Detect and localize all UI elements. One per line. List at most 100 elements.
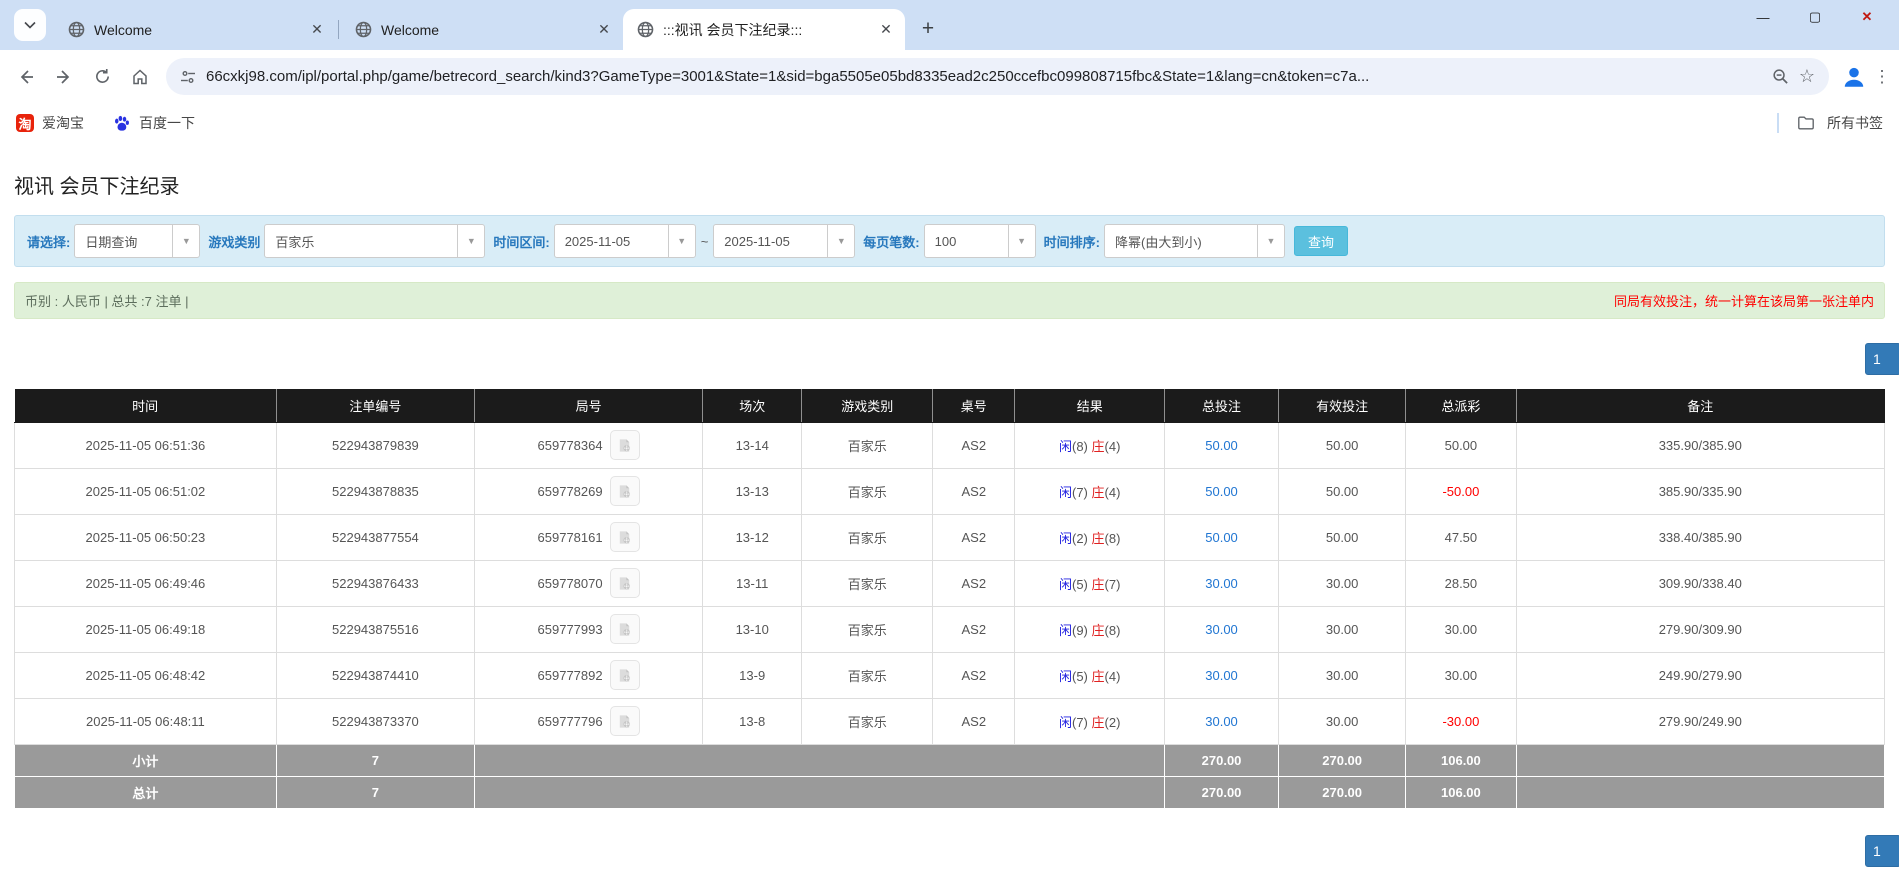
page-1-button[interactable]: 1 bbox=[1865, 835, 1899, 867]
page-size-select[interactable]: 100 ▼ bbox=[924, 224, 1036, 258]
game-type-select[interactable]: 百家乐 ▼ bbox=[264, 224, 485, 258]
table-row: 2025-11-05 06:49:18522943875516659777993… bbox=[15, 606, 1885, 652]
home-button[interactable] bbox=[122, 59, 158, 95]
valid-bet-notice: 同局有效投注，统一计算在该局第一张注单内 bbox=[1614, 291, 1874, 310]
chevron-down-icon[interactable]: ▼ bbox=[1257, 225, 1284, 257]
cell-game-type: 百家乐 bbox=[802, 606, 933, 652]
result-player: 闲 bbox=[1059, 669, 1072, 684]
result-score: (7) bbox=[1105, 577, 1121, 592]
cell-session: 13-12 bbox=[703, 514, 802, 560]
tab-close-icon[interactable]: ✕ bbox=[595, 21, 613, 39]
table-row: 2025-11-05 06:51:36522943879839659778364… bbox=[15, 422, 1885, 468]
result-score: (2) bbox=[1105, 715, 1121, 730]
back-arrow-icon bbox=[17, 68, 35, 86]
sort-select[interactable]: 降幂(由大到小) ▼ bbox=[1104, 224, 1285, 258]
summary-remark bbox=[1516, 776, 1884, 808]
window-close-button[interactable]: ✕ bbox=[1841, 0, 1893, 34]
cell-total-bet-link[interactable]: 30.00 bbox=[1165, 606, 1279, 652]
video-replay-button[interactable] bbox=[610, 476, 640, 506]
tab-welcome-1[interactable]: Welcome ✕ bbox=[54, 9, 336, 50]
tab-close-icon[interactable]: ✕ bbox=[877, 21, 895, 39]
video-replay-button[interactable] bbox=[610, 522, 640, 552]
pagination-bottom: 1 bbox=[14, 835, 1885, 867]
all-bookmarks[interactable]: 所有书签 bbox=[1777, 113, 1883, 133]
video-replay-button[interactable] bbox=[610, 614, 640, 644]
chevron-down-icon[interactable]: ▼ bbox=[457, 225, 484, 257]
info-bar: 币别 : 人民币 | 总共 :7 注单 | 同局有效投注，统一计算在该局第一张注… bbox=[14, 282, 1885, 319]
site-info-icon[interactable] bbox=[180, 69, 196, 85]
result-banker: 庄 bbox=[1092, 531, 1105, 546]
cell-table-no: AS2 bbox=[933, 606, 1015, 652]
tab-close-icon[interactable]: ✕ bbox=[308, 21, 326, 39]
round-number: 659778161 bbox=[538, 530, 603, 545]
forward-button[interactable] bbox=[46, 59, 82, 95]
date-from-select[interactable]: 2025-11-05 ▼ bbox=[554, 224, 696, 258]
taobao-icon: 淘 bbox=[16, 114, 34, 132]
address-bar[interactable]: 66cxkj98.com/ipl/portal.php/game/betreco… bbox=[166, 58, 1829, 95]
cell-session: 13-8 bbox=[703, 698, 802, 744]
result-score: (4) bbox=[1105, 485, 1121, 500]
chevron-down-icon[interactable]: ▼ bbox=[172, 225, 199, 257]
video-replay-button[interactable] bbox=[610, 660, 640, 690]
bookmark-baidu[interactable]: 百度一下 bbox=[112, 113, 195, 133]
back-button[interactable] bbox=[8, 59, 44, 95]
zoom-icon[interactable] bbox=[1772, 68, 1789, 85]
cell-total-bet-link[interactable]: 50.00 bbox=[1165, 422, 1279, 468]
reload-button[interactable] bbox=[84, 59, 120, 95]
window-controls: — ▢ ✕ bbox=[1737, 0, 1893, 34]
cell-game-type: 百家乐 bbox=[802, 698, 933, 744]
bookmark-star-icon[interactable]: ☆ bbox=[1799, 66, 1815, 87]
round-number: 659777993 bbox=[538, 622, 603, 637]
date-to-value: 2025-11-05 bbox=[714, 225, 827, 257]
total-row: 总计7270.00270.00106.00 bbox=[15, 776, 1885, 808]
cell-payout: 50.00 bbox=[1406, 422, 1516, 468]
profile-avatar[interactable] bbox=[1837, 60, 1871, 94]
cell-round: 659777892 bbox=[475, 652, 703, 698]
globe-icon bbox=[68, 21, 85, 38]
page-title: 视讯 会员下注纪录 bbox=[14, 170, 1885, 199]
url-text[interactable]: 66cxkj98.com/ipl/portal.php/game/betreco… bbox=[206, 68, 1762, 85]
cell-time: 2025-11-05 06:49:18 bbox=[15, 606, 277, 652]
date-to-select[interactable]: 2025-11-05 ▼ bbox=[713, 224, 855, 258]
tab-search-button[interactable] bbox=[14, 9, 46, 41]
page-1-button[interactable]: 1 bbox=[1865, 343, 1899, 375]
cell-total-bet-link[interactable]: 50.00 bbox=[1165, 468, 1279, 514]
video-replay-button[interactable] bbox=[610, 568, 640, 598]
summary-valid-bet: 270.00 bbox=[1279, 744, 1406, 776]
search-button[interactable]: 查询 bbox=[1294, 226, 1348, 256]
bookmark-aitaobao[interactable]: 淘 爱淘宝 bbox=[16, 113, 84, 133]
video-replay-button[interactable] bbox=[610, 706, 640, 736]
round-number: 659778364 bbox=[538, 438, 603, 453]
cell-round: 659777796 bbox=[475, 698, 703, 744]
window-maximize-button[interactable]: ▢ bbox=[1789, 0, 1841, 34]
result-score: (8) bbox=[1072, 439, 1092, 454]
round-number: 659777796 bbox=[538, 714, 603, 729]
cell-game-type: 百家乐 bbox=[802, 422, 933, 468]
column-header: 时间 bbox=[15, 389, 277, 422]
chevron-down-icon[interactable]: ▼ bbox=[827, 225, 854, 257]
new-tab-button[interactable]: + bbox=[913, 14, 943, 44]
result-banker: 庄 bbox=[1092, 577, 1105, 592]
chevron-down-icon[interactable]: ▼ bbox=[668, 225, 695, 257]
result-score: (2) bbox=[1072, 531, 1092, 546]
cell-total-bet-link[interactable]: 50.00 bbox=[1165, 514, 1279, 560]
cell-payout: 28.50 bbox=[1406, 560, 1516, 606]
cell-total-bet-link[interactable]: 30.00 bbox=[1165, 652, 1279, 698]
result-player: 闲 bbox=[1059, 623, 1072, 638]
cell-result: 闲(2) 庄(8) bbox=[1015, 514, 1165, 560]
cell-total-bet-link[interactable]: 30.00 bbox=[1165, 560, 1279, 606]
filter-bar: 请选择: 日期查询 ▼ 游戏类别 百家乐 ▼ 时间区间: 2025-11-05 … bbox=[14, 215, 1885, 267]
tab-bet-record-active[interactable]: :::视讯 会员下注纪录::: ✕ bbox=[623, 9, 905, 50]
cell-total-bet-link[interactable]: 30.00 bbox=[1165, 698, 1279, 744]
tab-welcome-2[interactable]: Welcome ✕ bbox=[341, 9, 623, 50]
cell-result: 闲(5) 庄(4) bbox=[1015, 652, 1165, 698]
result-score: (5) bbox=[1072, 577, 1092, 592]
window-minimize-button[interactable]: — bbox=[1737, 0, 1789, 34]
select-label: 请选择: bbox=[27, 232, 70, 251]
browser-menu-icon[interactable]: ⋮ bbox=[1873, 60, 1891, 94]
chevron-down-icon[interactable]: ▼ bbox=[1008, 225, 1035, 257]
query-type-select[interactable]: 日期查询 ▼ bbox=[74, 224, 200, 258]
result-score: (4) bbox=[1105, 439, 1121, 454]
bet-records-table: 时间注单编号局号场次游戏类别桌号结果总投注有效投注总派彩备注 2025-11-0… bbox=[14, 389, 1885, 809]
video-replay-button[interactable] bbox=[610, 430, 640, 460]
